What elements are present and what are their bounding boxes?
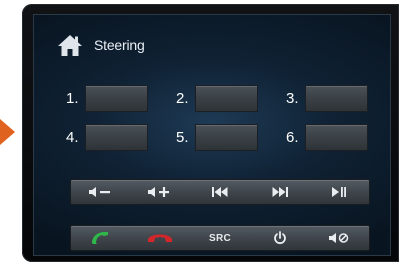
- preset-5[interactable]: 5.: [176, 124, 258, 151]
- pointer-arrow: [0, 119, 15, 145]
- preset-5-button[interactable]: [195, 124, 258, 151]
- mute-button[interactable]: [309, 226, 369, 250]
- call-answer-button[interactable]: [71, 226, 131, 250]
- page-title: Steering: [94, 37, 145, 53]
- source-button[interactable]: SRC: [190, 226, 250, 250]
- call-answer-icon: [91, 232, 108, 244]
- preset-number: 4.: [66, 129, 79, 146]
- preset-number: 5.: [176, 129, 189, 146]
- call-end-button[interactable]: [131, 226, 191, 250]
- preset-6[interactable]: 6.: [286, 124, 368, 151]
- preset-number: 6.: [286, 129, 299, 146]
- preset-1-button[interactable]: [85, 85, 148, 112]
- volume-up-icon: [148, 187, 170, 197]
- call-end-icon: [148, 234, 173, 242]
- next-track-button[interactable]: [250, 180, 310, 204]
- screen-header: Steering: [56, 30, 145, 60]
- play-pause-button[interactable]: [309, 180, 369, 204]
- volume-up-button[interactable]: [131, 180, 191, 204]
- source-label: SRC: [208, 232, 231, 244]
- preset-number: 2.: [176, 90, 189, 107]
- volume-down-button[interactable]: [71, 180, 131, 204]
- play-pause-icon: [332, 187, 347, 197]
- preset-number: 1.: [66, 90, 79, 107]
- preset-6-button[interactable]: [305, 124, 368, 151]
- preset-3-button[interactable]: [305, 85, 368, 112]
- preset-4-button[interactable]: [85, 124, 148, 151]
- mute-icon: [329, 233, 349, 243]
- preset-2-button[interactable]: [195, 85, 258, 112]
- power-icon: [273, 231, 286, 245]
- preset-4[interactable]: 4.: [66, 124, 148, 151]
- steering-screen: Steering 1. 2. 3. 4. 5. 6. SRC: [33, 14, 391, 256]
- volume-down-icon: [88, 187, 110, 197]
- next-track-icon: [272, 187, 288, 197]
- phone-control-bar: SRC: [70, 225, 370, 251]
- preset-2[interactable]: 2.: [176, 85, 258, 112]
- previous-track-icon: [211, 187, 228, 197]
- home-icon[interactable]: [56, 33, 84, 57]
- media-control-bar: [70, 179, 370, 205]
- preset-number: 3.: [286, 90, 299, 107]
- previous-track-button[interactable]: [190, 180, 250, 204]
- preset-1[interactable]: 1.: [66, 85, 148, 112]
- power-button[interactable]: [250, 226, 310, 250]
- preset-3[interactable]: 3.: [286, 85, 368, 112]
